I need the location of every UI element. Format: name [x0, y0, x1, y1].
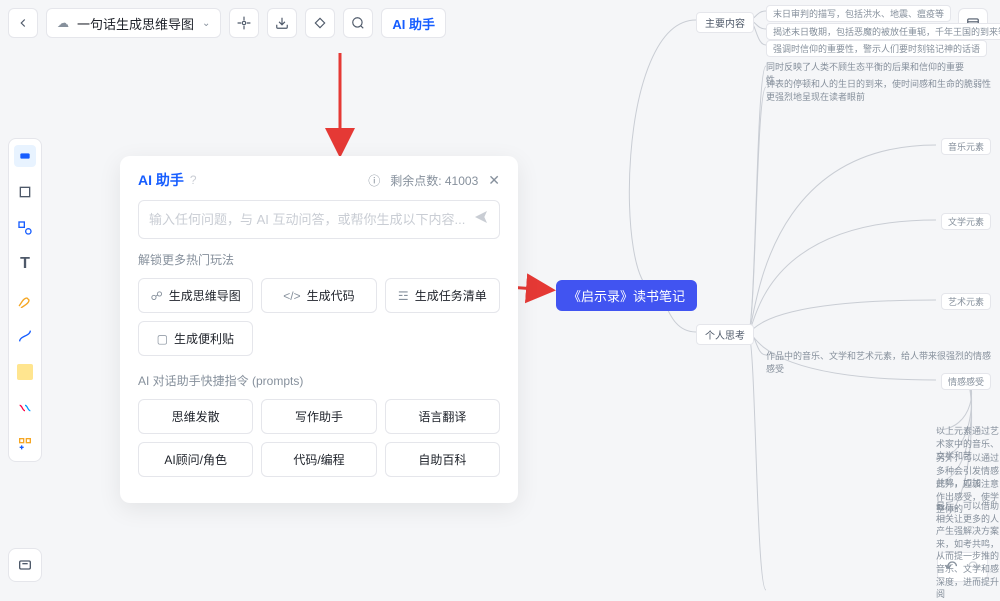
arrow-annotation-1	[280, 48, 360, 158]
ai-input-container	[138, 200, 500, 239]
tool-text[interactable]: T	[14, 253, 36, 275]
shapes-icon	[17, 220, 33, 236]
code-icon: </>	[283, 289, 300, 303]
cloud-icon: ☁	[57, 16, 69, 30]
ai-panel-title: AI 助手	[138, 170, 184, 190]
pen-icon	[17, 292, 33, 308]
mindmap-canvas[interactable]: 《启示录》读书笔记 主要内容 个人思考 末日审判的描写，包括洪水、地震、瘟疫等 …	[556, 0, 1000, 594]
prompt-wiki-button[interactable]: 自助百科	[385, 442, 500, 477]
document-title: 一句话生成思维导图	[77, 14, 194, 33]
search-button[interactable]	[343, 8, 373, 38]
help-icon[interactable]: ?	[190, 173, 197, 187]
prompt-consultant-button[interactable]: AI顾问/角色	[138, 442, 253, 477]
crop-icon	[17, 184, 33, 200]
download-icon	[275, 16, 289, 30]
prompt-code-button[interactable]: 代码/编程	[261, 442, 376, 477]
mindmap-leaf[interactable]: 钟表的停顿和人的生日的到来，使时间感和生命的脆弱性更强烈地呈现在读者眼前	[766, 78, 996, 103]
gen-mindmap-button[interactable]: ☍生成思维导图	[138, 278, 253, 313]
left-toolbar: T	[8, 138, 42, 462]
tag-icon	[313, 16, 327, 30]
close-button[interactable]: ✕	[488, 172, 500, 189]
tool-pen[interactable]	[14, 289, 36, 311]
mindmap-node-think[interactable]: 个人思考	[696, 324, 754, 345]
mindmap-node-art[interactable]: 艺术元素	[941, 293, 991, 310]
gen-code-button[interactable]: </>生成代码	[261, 278, 376, 313]
prompt-writing-button[interactable]: 写作助手	[261, 399, 376, 434]
section-label-popular: 解锁更多热门玩法	[138, 251, 500, 268]
add-grid-icon	[17, 436, 33, 452]
prompt-divergent-button[interactable]: 思维发散	[138, 399, 253, 434]
export-button[interactable]	[267, 8, 297, 38]
mindmap-leaf[interactable]: 强调时信仰的重要性，警示人们要时刻铭记神的话语	[766, 40, 987, 57]
mindmap-node-music[interactable]: 音乐元素	[941, 138, 991, 155]
sticky-icon: ▢	[157, 332, 168, 346]
mindmap-node-lit[interactable]: 文学元素	[941, 213, 991, 230]
prompt-translate-button[interactable]: 语言翻译	[385, 399, 500, 434]
tool-add[interactable]	[14, 433, 36, 455]
mindmap-root-node[interactable]: 《启示录》读书笔记	[556, 280, 697, 311]
mindmap-leaf[interactable]: 揭述末日敬期，包括恶魔的被放任重轭，千年王国的到来等	[766, 23, 1000, 40]
layers-button[interactable]	[8, 548, 42, 582]
layers-icon	[17, 557, 33, 573]
tool-node[interactable]	[14, 145, 36, 167]
mindmap-leaf[interactable]: 作品中的音乐、文学和艺术元素，给人带来很强烈的情感感受	[766, 350, 996, 375]
mindmap-leaf[interactable]: 末日审判的描写，包括洪水、地震、瘟疫等	[766, 5, 951, 22]
gen-tasklist-button[interactable]: ☲生成任务清单	[385, 278, 500, 313]
ai-assistant-link[interactable]: AI 助手	[381, 8, 446, 38]
send-icon	[473, 209, 489, 225]
mindmap-leaf[interactable]: 最后，可以借助相关让更多的人产生强解决方案来，如考共鸣，从而提一步推的音乐、文学…	[936, 500, 1000, 601]
mindmap-node-emo[interactable]: 情感感受	[941, 373, 991, 390]
tool-shape[interactable]	[14, 217, 36, 239]
curve-icon	[17, 328, 33, 344]
gear-icon	[237, 16, 251, 30]
tool-connector[interactable]	[14, 325, 36, 347]
mindmap-icon: ☍	[151, 289, 163, 303]
text-icon: T	[20, 255, 30, 273]
section-label-prompts: AI 对话助手快捷指令 (prompts)	[138, 372, 500, 389]
swap-icon	[17, 400, 33, 416]
tag-button[interactable]	[305, 8, 335, 38]
tool-sticky[interactable]	[14, 361, 36, 383]
send-button[interactable]	[473, 209, 489, 230]
chevron-down-icon: ⌄	[202, 18, 210, 29]
document-title-dropdown[interactable]: ☁ 一句话生成思维导图 ⌄	[46, 8, 221, 38]
credits-label: 剩余点数: 41003	[390, 172, 478, 189]
sticky-note-icon	[17, 364, 33, 380]
settings-button[interactable]	[229, 8, 259, 38]
chevron-left-icon	[16, 16, 30, 30]
ai-assistant-panel: AI 助手 ? ⓘ 剩余点数: 41003 ✕ 解锁更多热门玩法 ☍生成思维导图…	[120, 156, 518, 503]
info-icon: ⓘ	[368, 172, 380, 189]
mindmap-node-main[interactable]: 主要内容	[696, 12, 754, 33]
back-button[interactable]	[8, 8, 38, 38]
tool-frame[interactable]	[14, 181, 36, 203]
search-icon	[351, 16, 365, 30]
top-toolbar: ☁ 一句话生成思维导图 ⌄ AI 助手	[8, 8, 446, 38]
checklist-icon: ☲	[398, 289, 409, 303]
ai-prompt-input[interactable]	[149, 212, 473, 227]
ai-panel-header: AI 助手 ? ⓘ 剩余点数: 41003 ✕	[138, 170, 500, 190]
gen-sticky-button[interactable]: ▢生成便利贴	[138, 321, 253, 356]
tool-swap[interactable]	[14, 397, 36, 419]
